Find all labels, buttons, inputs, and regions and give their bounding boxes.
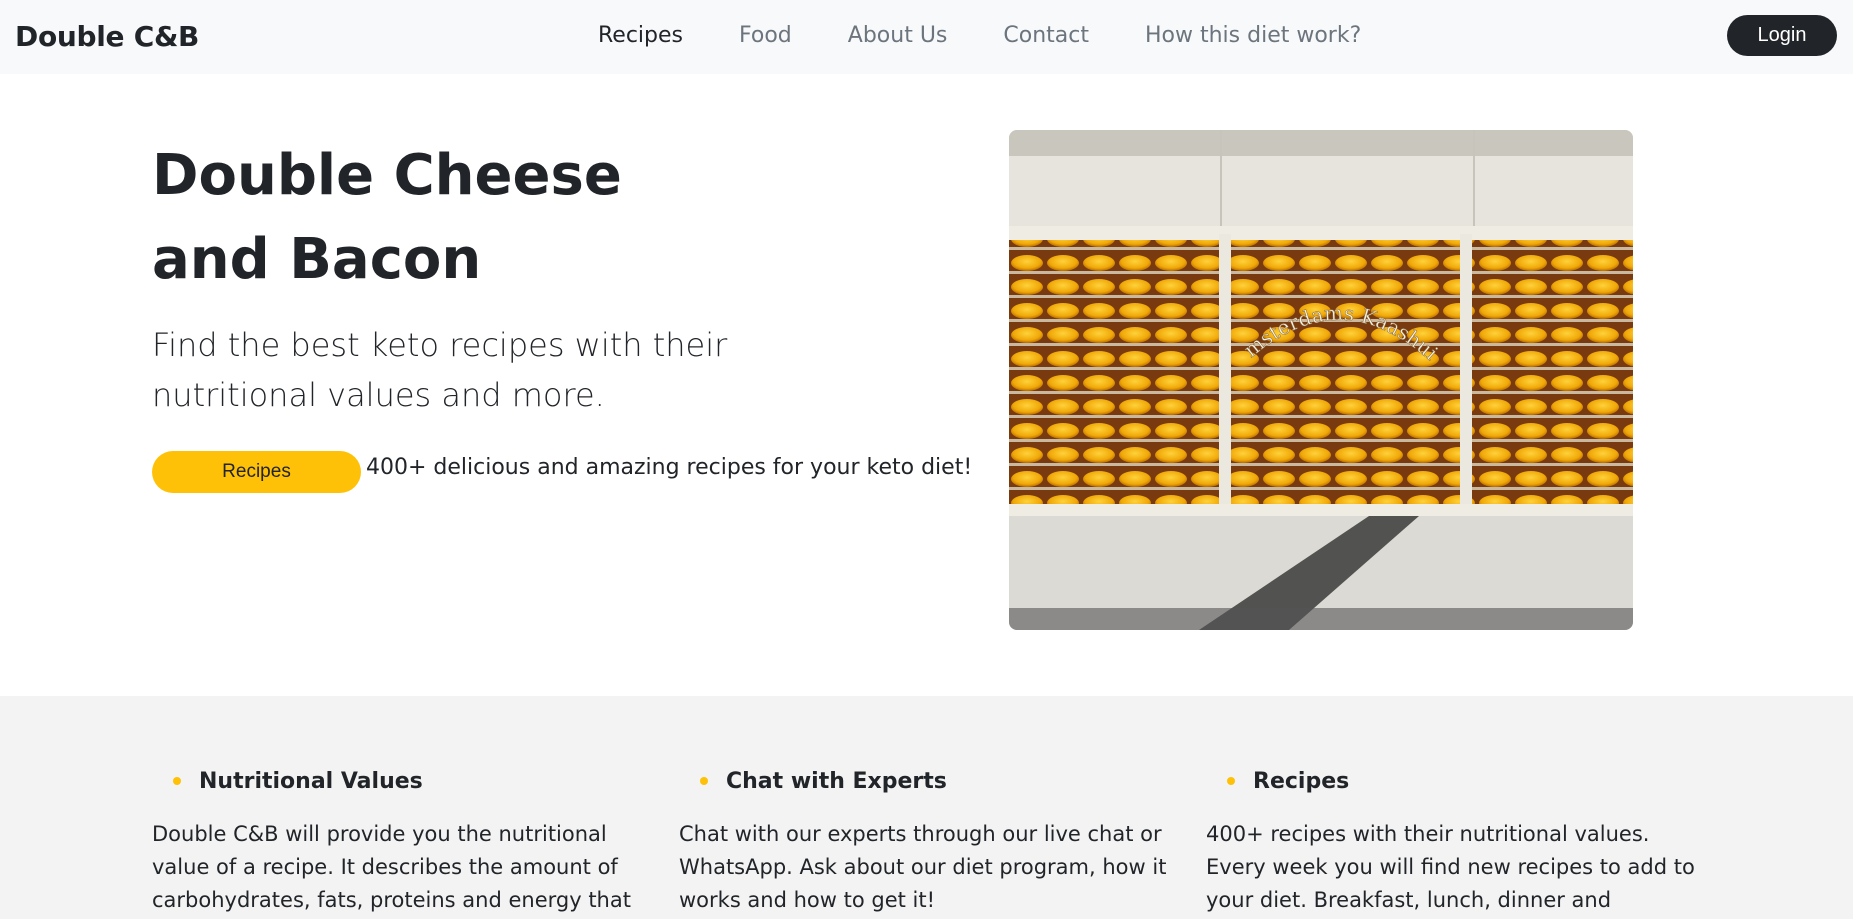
feature-heading: Recipes xyxy=(1227,766,1696,796)
feature-title: Nutritional Values xyxy=(199,768,423,794)
feature-chat-with-experts: Chat with Experts Chat with our experts … xyxy=(679,766,1169,917)
login-button[interactable]: Login xyxy=(1727,15,1837,56)
feature-heading: Nutritional Values xyxy=(173,766,642,796)
hero-title-line-1: Double Cheese xyxy=(152,143,622,208)
nav-link-food[interactable]: Food xyxy=(739,23,792,48)
recipes-button[interactable]: Recipes xyxy=(152,451,361,493)
feature-heading: Chat with Experts xyxy=(700,766,1169,796)
feature-nutritional-values: Nutritional Values Double C&B will provi… xyxy=(152,766,642,919)
nav-links: Recipes Food About Us Contact How this d… xyxy=(598,23,1417,48)
navbar: Double C&B Recipes Food About Us Contact… xyxy=(0,0,1853,74)
feature-text: Chat with our experts through our live c… xyxy=(679,822,1167,912)
hero-note: 400+ delicious and amazing recipes for y… xyxy=(366,455,973,480)
bullet-icon xyxy=(173,777,181,785)
feature-text: 400+ recipes with their nutritional valu… xyxy=(1206,822,1695,912)
hero-image-cheese-shop: Amsterdams Kaashuis xyxy=(1009,130,1633,630)
bullet-icon xyxy=(700,777,708,785)
hero-lead-text: Find the best keto recipes with their nu… xyxy=(152,326,728,414)
feature-title: Chat with Experts xyxy=(726,768,947,794)
brand-logo[interactable]: Double C&B xyxy=(15,20,199,53)
features-section: Nutritional Values Double C&B will provi… xyxy=(0,696,1853,919)
hero-title: Double Cheese and Bacon xyxy=(152,134,622,302)
feature-text: Double C&B will provide you the nutritio… xyxy=(152,822,631,912)
nav-link-about-us[interactable]: About Us xyxy=(848,23,948,48)
nav-link-how-diet-works[interactable]: How this diet work? xyxy=(1145,23,1361,48)
hero-title-line-2: and Bacon xyxy=(152,227,482,292)
bullet-icon xyxy=(1227,777,1235,785)
nav-link-recipes[interactable]: Recipes xyxy=(598,23,683,48)
feature-title: Recipes xyxy=(1253,768,1350,794)
feature-recipes: Recipes 400+ recipes with their nutritio… xyxy=(1206,766,1696,919)
cheese-window-illustration: Amsterdams Kaashuis xyxy=(1009,130,1633,630)
nav-link-contact[interactable]: Contact xyxy=(1003,23,1089,48)
